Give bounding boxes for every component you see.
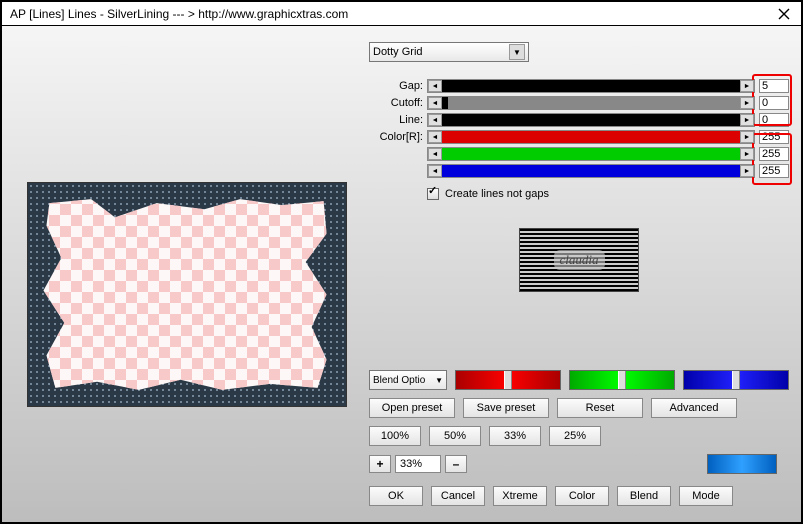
colorr-slider[interactable]: ◄ ►: [427, 130, 755, 144]
advanced-button[interactable]: Advanced: [651, 398, 737, 418]
param-row-line: Line: ◄ ► 0: [369, 112, 789, 128]
green-blend-slider[interactable]: [569, 370, 675, 390]
bottom-block: Blend Optio ▼ Open preset Save preset Re…: [369, 370, 789, 510]
create-lines-checkbox[interactable]: [427, 188, 439, 200]
window-root: AP [Lines] Lines - SilverLining --- > ht…: [0, 0, 803, 524]
preview-pane: [14, 42, 359, 510]
preview-shape: [38, 193, 336, 396]
slider-thumb[interactable]: [732, 371, 740, 389]
preview-image: [27, 182, 347, 407]
percent-buttons-row: 100% 50% 33% 25%: [369, 426, 789, 446]
titlebar: AP [Lines] Lines - SilverLining --- > ht…: [2, 2, 801, 26]
cancel-button[interactable]: Cancel: [431, 486, 485, 506]
create-lines-label: Create lines not gaps: [445, 188, 549, 200]
brand-logo: claudia: [519, 228, 639, 292]
blue-blend-slider[interactable]: [683, 370, 789, 390]
slider-thumb[interactable]: [504, 371, 512, 389]
arrow-left-icon[interactable]: ◄: [428, 131, 442, 143]
blend-label: Blend Optio: [373, 375, 425, 386]
zoom-33-button[interactable]: 33%: [489, 426, 541, 446]
arrow-left-icon[interactable]: ◄: [428, 80, 442, 92]
slider-thumb[interactable]: [618, 371, 626, 389]
cutoff-slider[interactable]: ◄ ►: [427, 96, 755, 110]
close-button[interactable]: [771, 4, 797, 24]
zoom-25-button[interactable]: 25%: [549, 426, 601, 446]
colorg-slider[interactable]: ◄ ►: [427, 147, 755, 161]
controls-pane: Dotty Grid ▼ Gap: ◄ ► 5 Cutoff: ◄: [359, 42, 789, 510]
chevron-down-icon: ▼: [435, 376, 443, 385]
param-row-color-r: Color[R]: ◄ ► 255: [369, 129, 789, 145]
zoom-in-button[interactable]: +: [369, 455, 391, 473]
arrow-right-icon[interactable]: ►: [740, 131, 754, 143]
preset-dropdown[interactable]: Dotty Grid ▼: [369, 42, 529, 62]
colorr-label: Color[R]:: [369, 131, 427, 143]
blend-button[interactable]: Blend: [617, 486, 671, 506]
arrow-right-icon[interactable]: ►: [740, 114, 754, 126]
param-row-color-b: ◄ ► 255: [369, 163, 789, 179]
window-title: AP [Lines] Lines - SilverLining --- > ht…: [6, 7, 348, 21]
gap-slider[interactable]: ◄ ►: [427, 79, 755, 93]
blend-row: Blend Optio ▼: [369, 370, 789, 390]
zoom-50-button[interactable]: 50%: [429, 426, 481, 446]
mode-button[interactable]: Mode: [679, 486, 733, 506]
arrow-right-icon[interactable]: ►: [740, 97, 754, 109]
gap-label: Gap:: [369, 80, 427, 92]
preset-selected: Dotty Grid: [373, 46, 423, 58]
save-preset-button[interactable]: Save preset: [463, 398, 549, 418]
arrow-right-icon[interactable]: ►: [740, 80, 754, 92]
blend-dropdown[interactable]: Blend Optio ▼: [369, 370, 447, 390]
arrow-right-icon[interactable]: ►: [740, 148, 754, 160]
highlight-box-2: [752, 133, 792, 185]
arrow-left-icon[interactable]: ◄: [428, 165, 442, 177]
close-icon: [778, 8, 790, 20]
param-row-gap: Gap: ◄ ► 5: [369, 78, 789, 94]
zoom-100-button[interactable]: 100%: [369, 426, 421, 446]
zoom-value[interactable]: 33%: [395, 455, 441, 473]
arrow-left-icon[interactable]: ◄: [428, 97, 442, 109]
highlight-box-1: [752, 74, 792, 126]
content-area: Dotty Grid ▼ Gap: ◄ ► 5 Cutoff: ◄: [2, 26, 801, 522]
params-group: Gap: ◄ ► 5 Cutoff: ◄ ► 0: [369, 78, 789, 180]
arrow-left-icon[interactable]: ◄: [428, 114, 442, 126]
param-row-cutoff: Cutoff: ◄ ► 0: [369, 95, 789, 111]
param-row-color-g: ◄ ► 255: [369, 146, 789, 162]
preset-buttons-row: Open preset Save preset Reset Advanced: [369, 398, 789, 418]
color-button[interactable]: Color: [555, 486, 609, 506]
brand-logo-text: claudia: [554, 250, 605, 270]
ok-button[interactable]: OK: [369, 486, 423, 506]
create-lines-row: Create lines not gaps: [427, 188, 789, 200]
reset-button[interactable]: Reset: [557, 398, 643, 418]
open-preset-button[interactable]: Open preset: [369, 398, 455, 418]
zoom-out-button[interactable]: –: [445, 455, 467, 473]
arrow-right-icon[interactable]: ►: [740, 165, 754, 177]
final-buttons-row: OK Cancel Xtreme Color Blend Mode: [369, 486, 789, 506]
red-blend-slider[interactable]: [455, 370, 561, 390]
line-label: Line:: [369, 114, 427, 126]
cutoff-label: Cutoff:: [369, 97, 427, 109]
color-swatch[interactable]: [707, 454, 777, 474]
zoom-row: + 33% –: [369, 454, 789, 474]
colorb-slider[interactable]: ◄ ►: [427, 164, 755, 178]
line-slider[interactable]: ◄ ►: [427, 113, 755, 127]
chevron-down-icon: ▼: [509, 44, 525, 60]
xtreme-button[interactable]: Xtreme: [493, 486, 547, 506]
arrow-left-icon[interactable]: ◄: [428, 148, 442, 160]
